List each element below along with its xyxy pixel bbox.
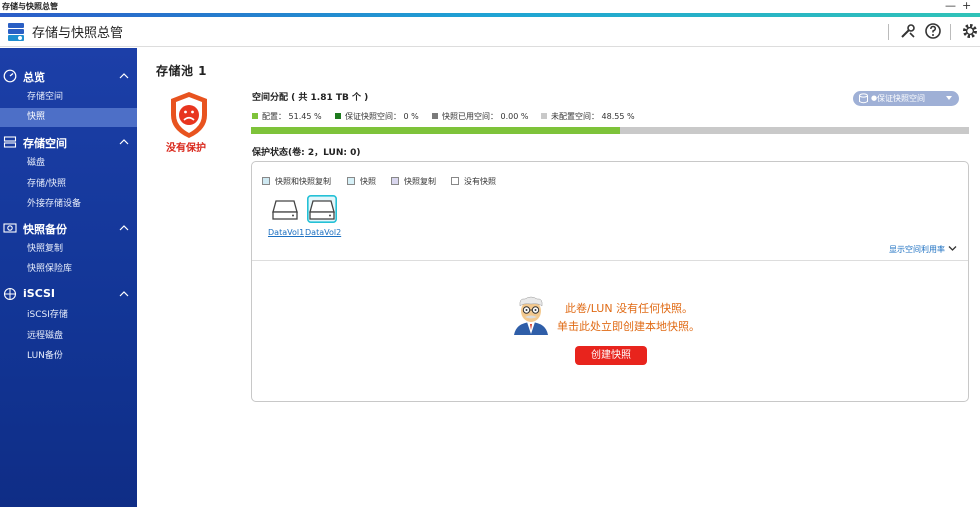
filter-no-snapshot[interactable]: 没有快照 bbox=[451, 176, 496, 187]
legend-swatch bbox=[432, 113, 438, 119]
caret-down-icon bbox=[946, 96, 952, 100]
sidebar-section-iscsi[interactable]: iSCSI bbox=[0, 284, 137, 304]
chevron-up-icon bbox=[119, 291, 129, 297]
storage-app-logo-icon bbox=[8, 23, 24, 41]
filter-label: 快照和快照复制 bbox=[275, 177, 331, 186]
sidebar-item-iscsi-storage[interactable]: iSCSI存储 bbox=[0, 306, 137, 325]
professor-illustration-icon bbox=[514, 296, 548, 335]
legend-swatch bbox=[335, 113, 341, 119]
storage-icon bbox=[3, 136, 17, 148]
window-title: 存储与快照总管 bbox=[0, 0, 980, 13]
legend-label: 配置： 51.45 % bbox=[262, 112, 322, 121]
empty-state-message: 此卷/LUN 没有任何快照。 bbox=[565, 302, 694, 315]
header-separator bbox=[950, 24, 951, 40]
pool-status-label: 没有保护 bbox=[166, 143, 206, 154]
volume-disk-icon[interactable] bbox=[270, 195, 300, 223]
sidebar-item-storage-snapshots[interactable]: 存储/快照 bbox=[0, 175, 137, 194]
protection-panel: 快照和快照复制 快照 快照复制 没有快照 DataVol1 DataVol2 显… bbox=[251, 161, 969, 402]
filter-label: 快照 bbox=[360, 177, 376, 186]
dashboard-icon bbox=[3, 69, 17, 83]
sidebar-item-storage-space[interactable]: 存储空间 bbox=[0, 88, 137, 107]
guarantee-snapshot-space-button[interactable]: ● 保证快照空间 bbox=[853, 91, 959, 106]
legend-allocated: 配置： 51.45 % bbox=[252, 111, 322, 122]
sidebar-section-label: 存储空间 bbox=[23, 137, 67, 150]
space-allocation-bar bbox=[251, 127, 969, 134]
filter-label: 快照复制 bbox=[404, 177, 436, 186]
show-space-usage-toggle[interactable]: 显示空间利用率 bbox=[889, 244, 957, 255]
sidebar-item-remote-disk[interactable]: 远程磁盘 bbox=[0, 327, 137, 346]
sidebar-item-disks[interactable]: 磁盘 bbox=[0, 154, 137, 173]
sidebar-item-snapshot-vault[interactable]: 快照保险库 bbox=[0, 260, 137, 279]
sidebar-section-storage[interactable]: 存储空间 bbox=[0, 132, 137, 152]
filter-checkbox[interactable] bbox=[347, 177, 355, 185]
legend-swatch bbox=[252, 113, 258, 119]
chevron-up-icon bbox=[119, 73, 129, 79]
sidebar-section-snapshot-backup[interactable]: 快照备份 bbox=[0, 218, 137, 238]
guarantee-button-label: 保证快照空间 bbox=[877, 94, 925, 103]
sidebar-section-overview[interactable]: 总览 bbox=[0, 66, 137, 86]
panel-divider bbox=[252, 260, 968, 261]
sidebar-item-snapshot-replica[interactable]: 快照复制 bbox=[0, 240, 137, 259]
sidebar: 总览 存储空间 快照 存储空间 磁盘 存储/快照 外接存储设备 快照备份 快照复… bbox=[0, 48, 137, 507]
unprotected-shield-icon bbox=[171, 92, 207, 138]
space-allocation-fill bbox=[251, 127, 621, 134]
sidebar-item-lun-backup[interactable]: LUN备份 bbox=[0, 347, 137, 366]
filter-label: 没有快照 bbox=[464, 177, 496, 186]
pool-title: 存储池 1 bbox=[156, 64, 208, 78]
filter-checkbox[interactable] bbox=[391, 177, 399, 185]
legend-guaranteed: 保证快照空间： 0 % bbox=[335, 111, 419, 122]
help-icon[interactable] bbox=[923, 21, 943, 41]
legend-label: 快照已用空间： 0.00 % bbox=[442, 112, 529, 121]
tools-icon[interactable] bbox=[898, 21, 918, 41]
volume-link-datavol2[interactable]: DataVol2 bbox=[305, 228, 341, 237]
volume-disk-icon-selected[interactable] bbox=[307, 195, 337, 223]
filter-checkbox[interactable] bbox=[451, 177, 459, 185]
gear-icon[interactable] bbox=[960, 21, 980, 41]
filter-checkbox[interactable] bbox=[262, 177, 270, 185]
filter-snapshot-replica[interactable]: 快照复制 bbox=[391, 176, 436, 187]
filter-snapshot[interactable]: 快照 bbox=[347, 176, 376, 187]
sidebar-item-external-devices[interactable]: 外接存储设备 bbox=[0, 195, 137, 214]
volume-link-datavol1[interactable]: DataVol1 bbox=[268, 228, 304, 237]
main-content: 存储池 1 没有保护 空间分配 ( 共 1.81 TB 个 ) 配置： 51.4… bbox=[137, 48, 980, 507]
legend-snapshot-used: 快照已用空间： 0.00 % bbox=[432, 111, 529, 122]
filter-snapshot-and-replica[interactable]: 快照和快照复制 bbox=[262, 176, 331, 187]
sidebar-item-snapshot[interactable]: 快照 bbox=[0, 108, 137, 127]
legend-label: 保证快照空间： 0 % bbox=[345, 112, 419, 121]
backup-icon bbox=[3, 223, 17, 233]
legend-swatch bbox=[541, 113, 547, 119]
show-usage-label: 显示空间利用率 bbox=[889, 245, 945, 254]
maximize-button[interactable]: + bbox=[962, 0, 971, 12]
protection-status-title: 保护状态(卷: 2，LUN: 0) bbox=[252, 148, 361, 158]
chevron-up-icon bbox=[119, 225, 129, 231]
app-title: 存储与快照总管 bbox=[32, 26, 124, 41]
app-header: 存储与快照总管 bbox=[0, 17, 980, 47]
iscsi-icon bbox=[3, 287, 17, 301]
legend-unallocated: 未配置空间： 48.55 % bbox=[541, 111, 635, 122]
create-snapshot-hint-link[interactable]: 单击此处立即创建本地快照。 bbox=[557, 318, 700, 334]
minimize-button[interactable]: — bbox=[945, 0, 956, 12]
header-separator bbox=[888, 24, 889, 40]
create-snapshot-button[interactable]: 创建快照 bbox=[575, 346, 647, 365]
database-icon bbox=[859, 93, 868, 104]
legend-label: 未配置空间： 48.55 % bbox=[551, 112, 635, 121]
chevron-up-icon bbox=[119, 139, 129, 145]
sidebar-section-label: 总览 bbox=[23, 71, 45, 84]
allocation-title: 空间分配 ( 共 1.81 TB 个 ) bbox=[252, 93, 369, 103]
sidebar-section-label: 快照备份 bbox=[23, 223, 67, 236]
sidebar-section-label: iSCSI bbox=[23, 287, 55, 300]
chevron-down-icon bbox=[948, 246, 957, 251]
